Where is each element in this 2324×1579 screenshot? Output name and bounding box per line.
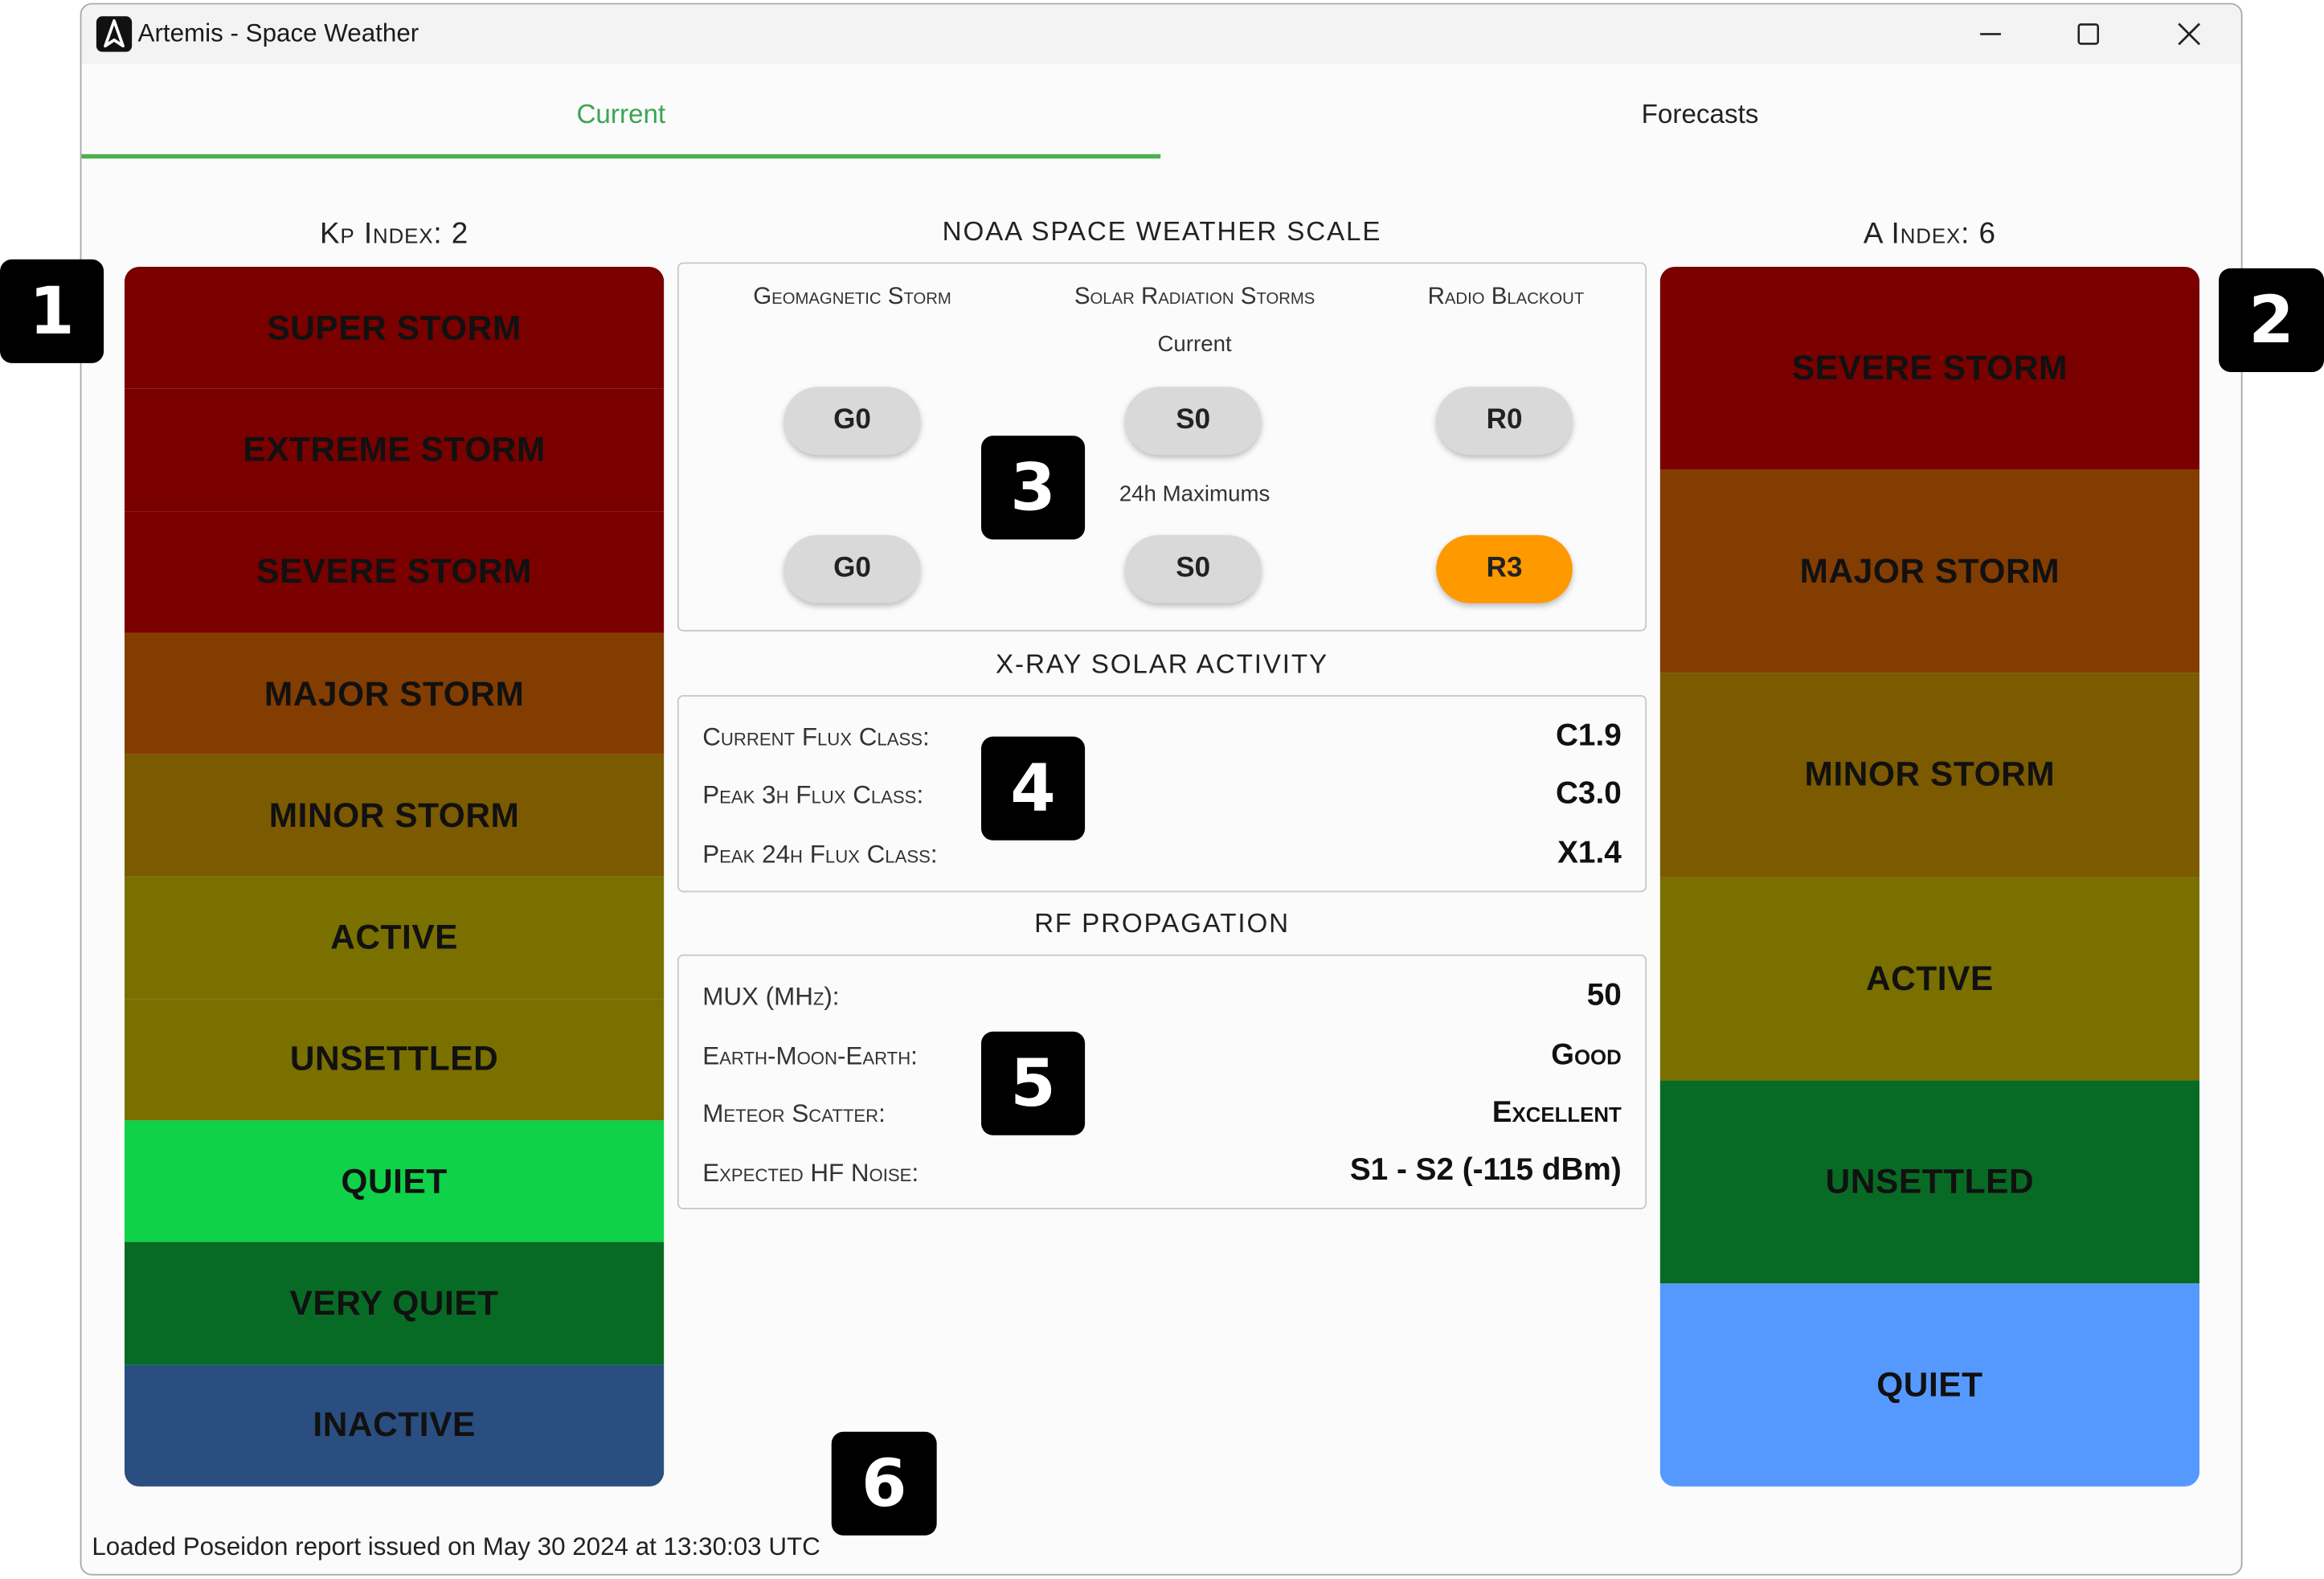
noaa-scale-panel: Geomagnetic Storm Solar Radiation Storms…: [677, 262, 1647, 632]
peak-24h-flux-label: Peak 24h Flux Class:: [702, 840, 938, 869]
hf-noise-value: S1 - S2 (-115 dBm): [1349, 1152, 1622, 1188]
tab-active-indicator: [81, 153, 1161, 159]
geomagnetic-max-badge: G0: [784, 534, 921, 603]
mux-label: MUX (MHz):: [702, 982, 840, 1011]
annotation-badge-4: 4: [980, 736, 1086, 841]
kp-level: INACTIVE: [124, 1364, 665, 1487]
earth-moon-earth-label: Earth-Moon-Earth:: [702, 1041, 918, 1070]
earth-moon-earth-value: Good: [1551, 1038, 1622, 1072]
solar-radiation-header: Solar Radiation Storms: [1074, 284, 1315, 310]
kp-level-label: EXTREME STORM: [243, 429, 546, 468]
kp-level-label: VERY QUIET: [289, 1283, 499, 1323]
minimize-button[interactable]: [1941, 5, 2040, 64]
annotation-badge-2: 2: [2219, 268, 2324, 372]
a-index-level: UNSETTLED: [1659, 1079, 2200, 1283]
annotation-badge-6: 6: [831, 1431, 937, 1536]
kp-level: SUPER STORM: [124, 266, 665, 389]
solar-radiation-current-badge: S0: [1124, 387, 1262, 456]
a-index-level-label: UNSETTLED: [1825, 1161, 2035, 1201]
radio-blackout-max-badge: R3: [1436, 534, 1573, 603]
kp-level-label: ACTIVE: [330, 917, 459, 956]
kp-level-label: MAJOR STORM: [264, 673, 525, 713]
a-index-level-label: QUIET: [1876, 1364, 1983, 1404]
tab-forecasts[interactable]: Forecasts: [1160, 63, 2240, 162]
solar-radiation-max-badge: S0: [1124, 534, 1262, 603]
maximize-button[interactable]: [2040, 5, 2138, 64]
peak-3h-flux-value: C3.0: [1555, 776, 1622, 811]
a-index-title: A Index: 6: [1863, 218, 1996, 251]
peak-3h-flux-label: Peak 3h Flux Class:: [702, 780, 924, 810]
kp-level-label: SEVERE STORM: [256, 551, 533, 591]
kp-level: ACTIVE: [124, 876, 665, 999]
current-flux-label: Current Flux Class:: [702, 723, 930, 752]
radio-blackout-header: Radio Blackout: [1427, 284, 1585, 310]
radio-blackout-current-badge: R0: [1436, 387, 1573, 456]
geomagnetic-current-badge: G0: [784, 387, 921, 456]
xray-title: X-RAY SOLAR ACTIVITY: [996, 648, 1328, 679]
kp-level: SEVERE STORM: [124, 510, 665, 633]
tab-forecasts-label: Forecasts: [1641, 99, 1759, 129]
kp-level-label: SUPER STORM: [267, 307, 522, 346]
kp-level: MAJOR STORM: [124, 632, 665, 755]
window-title: Artemis - Space Weather: [137, 18, 419, 48]
kp-level: MINOR STORM: [124, 755, 665, 877]
a-index-level-label: SEVERE STORM: [1791, 348, 2068, 387]
annotation-badge-5: 5: [980, 1031, 1086, 1135]
tab-current-label: Current: [576, 99, 666, 129]
kp-level: VERY QUIET: [124, 1242, 665, 1365]
kp-level: UNSETTLED: [124, 998, 665, 1121]
kp-level-label: INACTIVE: [313, 1405, 476, 1445]
current-flux-value: C1.9: [1555, 718, 1622, 753]
kp-level: QUIET: [124, 1120, 665, 1243]
a-index-level-label: ACTIVE: [1865, 958, 1994, 997]
a-index-level: SEVERE STORM: [1659, 266, 2200, 470]
rf-propagation-title: RF PROPAGATION: [1034, 908, 1290, 939]
meteor-scatter-label: Meteor Scatter:: [702, 1099, 886, 1128]
noaa-scale-title: NOAA SPACE WEATHER SCALE: [942, 216, 1382, 247]
kp-level-label: MINOR STORM: [268, 796, 520, 835]
title-bar[interactable]: Artemis - Space Weather: [81, 4, 2241, 64]
a-index-level: MAJOR STORM: [1659, 469, 2200, 673]
hf-noise-label: Expected HF Noise:: [702, 1159, 919, 1188]
tab-bar: Current Forecasts: [81, 63, 2240, 162]
kp-level: EXTREME STORM: [124, 388, 665, 511]
kp-level-label: QUIET: [341, 1161, 448, 1201]
a-index-level-label: MINOR STORM: [1804, 755, 2056, 794]
a-index-level: MINOR STORM: [1659, 673, 2200, 877]
minimize-icon: [1980, 33, 2001, 35]
a-index-level: ACTIVE: [1659, 876, 2200, 1080]
close-button[interactable]: [2140, 5, 2238, 64]
close-icon: [2178, 22, 2201, 46]
geomagnetic-storm-header: Geomagnetic Storm: [753, 284, 951, 310]
app-logo-icon: [96, 16, 133, 52]
a-index-scale: SEVERE STORM MAJOR STORM MINOR STORM ACTIVE…: [1659, 266, 2200, 1487]
current-label: Current: [1157, 332, 1232, 358]
a-index-level-label: MAJOR STORM: [1799, 551, 2060, 591]
xray-panel: Current Flux Class: C1.9 Peak 3h Flux Cl…: [677, 695, 1647, 893]
kp-index-title: Kp Index: 2: [319, 218, 469, 251]
annotation-badge-3: 3: [980, 436, 1086, 540]
peak-24h-flux-value: X1.4: [1557, 836, 1622, 870]
rf-propagation-panel: MUX (MHz): 50 Earth-Moon-Earth: Good Met…: [677, 954, 1647, 1210]
status-text: Loaded Poseidon report issued on May 30 …: [92, 1532, 820, 1561]
tab-current[interactable]: Current: [81, 63, 1161, 162]
annotation-badge-1: 1: [0, 259, 104, 363]
kp-index-scale: SUPER STORM EXTREME STORM SEVERE STORM MAJO…: [124, 266, 665, 1487]
mux-value: 50: [1586, 978, 1622, 1012]
a-index-level: QUIET: [1659, 1282, 2200, 1487]
maximize-icon: [2077, 23, 2100, 45]
meteor-scatter-value: Excellent: [1491, 1096, 1622, 1130]
kp-level-label: UNSETTLED: [289, 1039, 499, 1078]
